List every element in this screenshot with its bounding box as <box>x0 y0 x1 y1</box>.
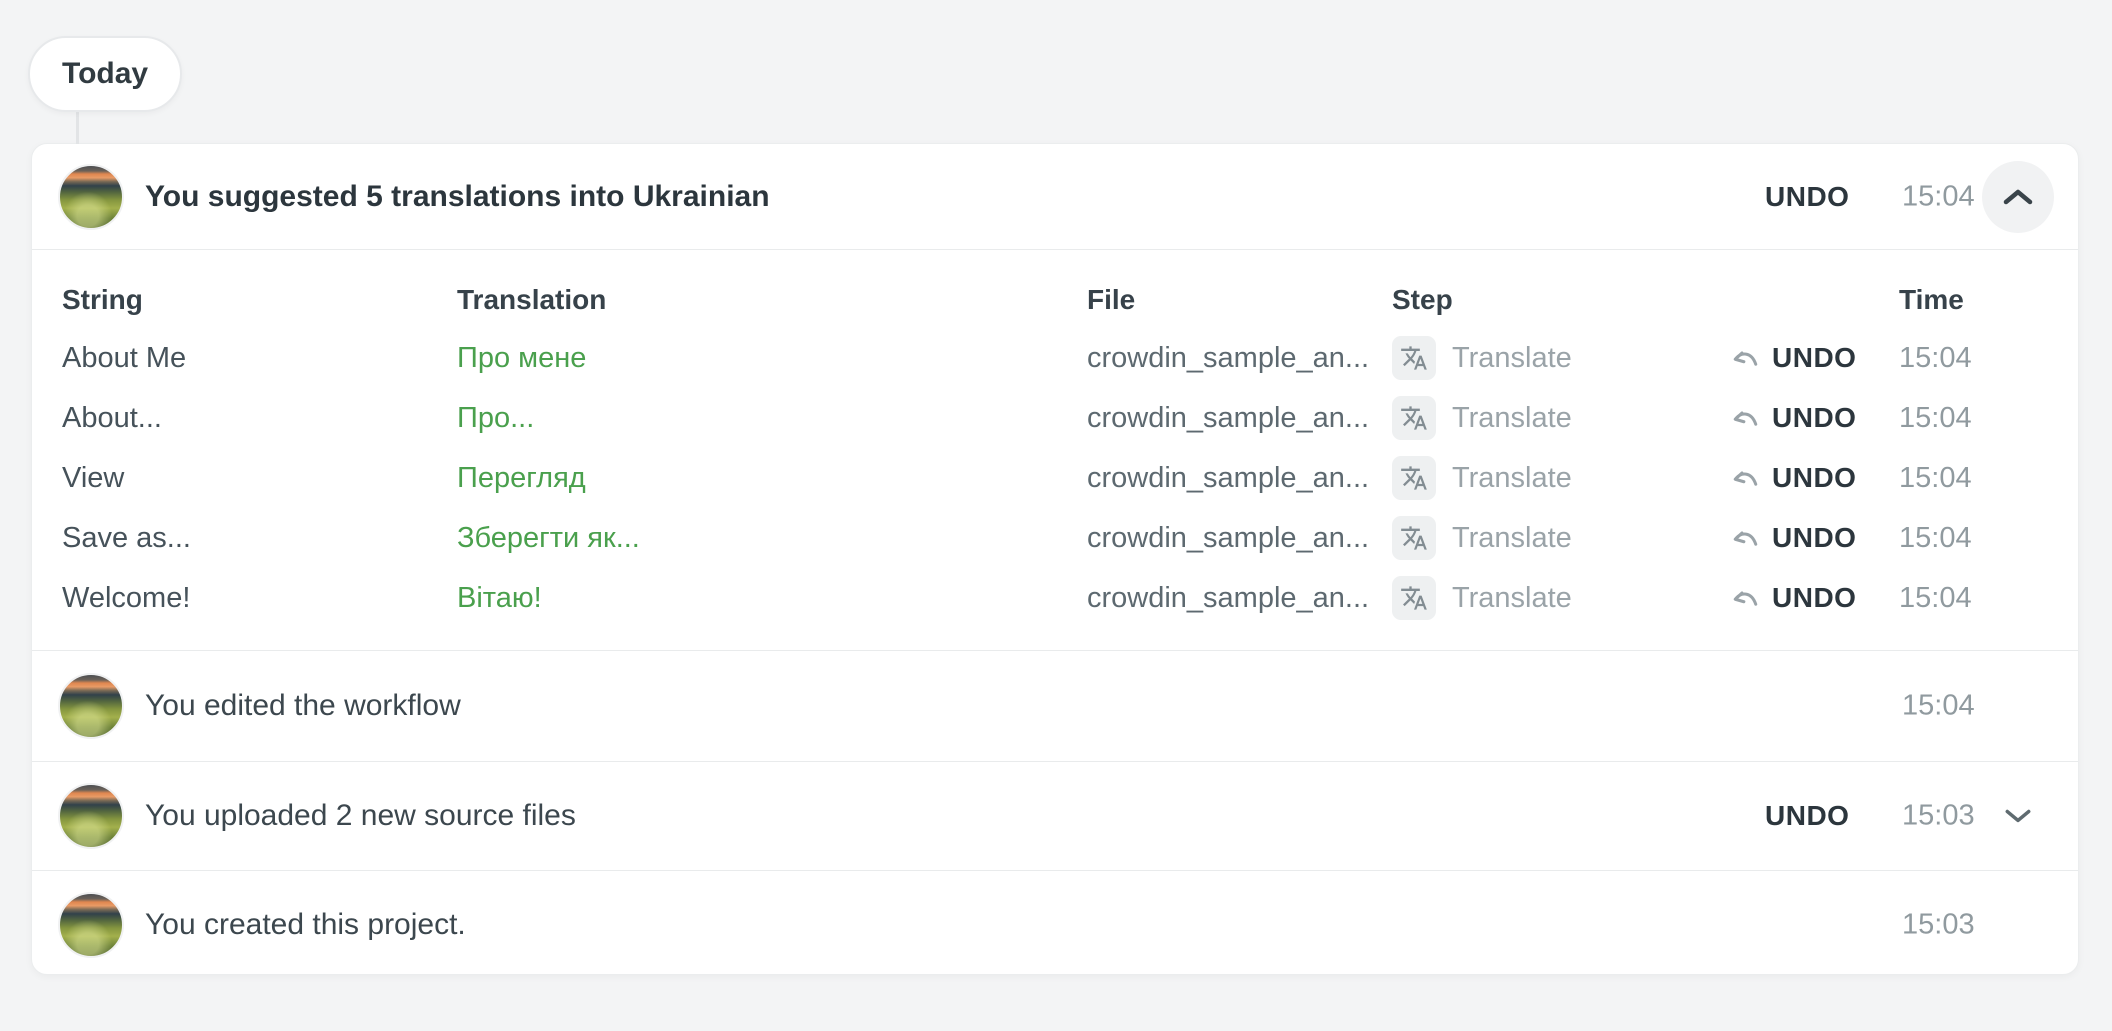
undo-cell: UNDO <box>1732 582 1899 614</box>
undo-arrow-icon <box>1732 527 1762 549</box>
activity-time: 15:04 <box>1902 690 1975 723</box>
table-row: About... Про... crowdin_sample_an... Tra… <box>32 388 2078 448</box>
file-cell: crowdin_sample_an... <box>1087 402 1392 435</box>
translation-cell: Перегляд <box>457 462 1087 495</box>
time-cell: 15:04 <box>1899 522 2080 555</box>
translation-cell: Про... <box>457 402 1087 435</box>
step-label: Translate <box>1452 342 1572 375</box>
string-cell: Welcome! <box>62 582 457 615</box>
activity-row-suggested[interactable]: You suggested 5 translations into Ukrain… <box>32 144 2078 249</box>
file-cell: crowdin_sample_an... <box>1087 342 1392 375</box>
avatar <box>58 164 124 230</box>
undo-arrow-icon <box>1732 407 1762 429</box>
activity-row-uploaded[interactable]: You uploaded 2 new source files UNDO 15:… <box>32 762 2078 870</box>
undo-cell: UNDO <box>1732 342 1899 374</box>
time-cell: 15:04 <box>1899 402 2080 435</box>
translation-cell: Зберегти як... <box>457 522 1087 555</box>
activity-text: You uploaded 2 new source files <box>145 799 576 833</box>
undo-arrow-icon <box>1732 587 1762 609</box>
col-header-time: Time <box>1899 284 2080 316</box>
date-pill: Today <box>28 36 182 112</box>
string-cell: Save as... <box>62 522 457 555</box>
undo-button[interactable]: UNDO <box>1772 582 1856 614</box>
undo-arrow-icon <box>1732 347 1762 369</box>
step-cell: Translate <box>1392 456 1732 500</box>
file-cell: crowdin_sample_an... <box>1087 582 1392 615</box>
time-cell: 15:04 <box>1899 462 2080 495</box>
avatar <box>58 673 124 739</box>
undo-button[interactable]: UNDO <box>1765 181 1849 213</box>
table-row: Save as... Зберегти як... crowdin_sample… <box>32 508 2078 568</box>
col-header-file: File <box>1087 284 1392 316</box>
table-row: View Перегляд crowdin_sample_an... Trans… <box>32 448 2078 508</box>
undo-cell: UNDO <box>1732 402 1899 434</box>
step-label: Translate <box>1452 462 1572 495</box>
activity-text: You edited the workflow <box>145 689 461 723</box>
expand-button[interactable] <box>1994 792 2042 840</box>
step-cell: Translate <box>1392 516 1732 560</box>
string-cell: About Me <box>62 342 457 375</box>
step-label: Translate <box>1452 582 1572 615</box>
avatar <box>58 892 124 958</box>
undo-button[interactable]: UNDO <box>1765 800 1849 832</box>
time-cell: 15:04 <box>1899 582 2080 615</box>
activity-card: You suggested 5 translations into Ukrain… <box>31 143 2079 975</box>
table-header: String Translation File Step Time <box>32 272 2078 328</box>
timeline-connector <box>76 112 79 144</box>
date-pill-label: Today <box>62 57 148 91</box>
translate-icon <box>1392 396 1436 440</box>
step-cell: Translate <box>1392 576 1732 620</box>
translation-cell: Про мене <box>457 342 1087 375</box>
undo-cell: UNDO <box>1732 522 1899 554</box>
step-label: Translate <box>1452 402 1572 435</box>
undo-button[interactable]: UNDO <box>1772 522 1856 554</box>
time-cell: 15:04 <box>1899 342 2080 375</box>
translate-icon <box>1392 456 1436 500</box>
string-cell: View <box>62 462 457 495</box>
collapse-button[interactable] <box>1982 161 2054 233</box>
col-header-translation: Translation <box>457 284 1087 316</box>
file-cell: crowdin_sample_an... <box>1087 522 1392 555</box>
translate-icon <box>1392 516 1436 560</box>
activity-time: 15:03 <box>1902 800 1975 833</box>
translate-icon <box>1392 336 1436 380</box>
undo-cell: UNDO <box>1732 462 1899 494</box>
col-header-step: Step <box>1392 284 1732 316</box>
activity-time: 15:04 <box>1902 180 1975 213</box>
table-row: Welcome! Вітаю! crowdin_sample_an... Tra… <box>32 568 2078 628</box>
avatar <box>58 783 124 849</box>
step-label: Translate <box>1452 522 1572 555</box>
step-cell: Translate <box>1392 336 1732 380</box>
translation-cell: Вітаю! <box>457 582 1087 615</box>
translations-table: String Translation File Step Time About … <box>32 250 2078 650</box>
table-row: About Me Про мене crowdin_sample_an... T… <box>32 328 2078 388</box>
undo-button[interactable]: UNDO <box>1772 462 1856 494</box>
string-cell: About... <box>62 402 457 435</box>
activity-time: 15:03 <box>1902 909 1975 942</box>
chevron-up-icon <box>2003 188 2033 206</box>
chevron-down-icon <box>2004 808 2032 824</box>
activity-text: You created this project. <box>145 908 466 942</box>
undo-arrow-icon <box>1732 467 1762 489</box>
activity-row-created: You created this project. 15:03 <box>32 871 2078 979</box>
undo-button[interactable]: UNDO <box>1772 402 1856 434</box>
activity-text: You suggested 5 translations into Ukrain… <box>145 180 770 214</box>
activity-page: Today You suggested 5 translations into … <box>0 0 2112 1031</box>
col-header-string: String <box>62 284 457 316</box>
translate-icon <box>1392 576 1436 620</box>
activity-row-edited: You edited the workflow 15:04 <box>32 651 2078 761</box>
step-cell: Translate <box>1392 396 1732 440</box>
file-cell: crowdin_sample_an... <box>1087 462 1392 495</box>
undo-button[interactable]: UNDO <box>1772 342 1856 374</box>
